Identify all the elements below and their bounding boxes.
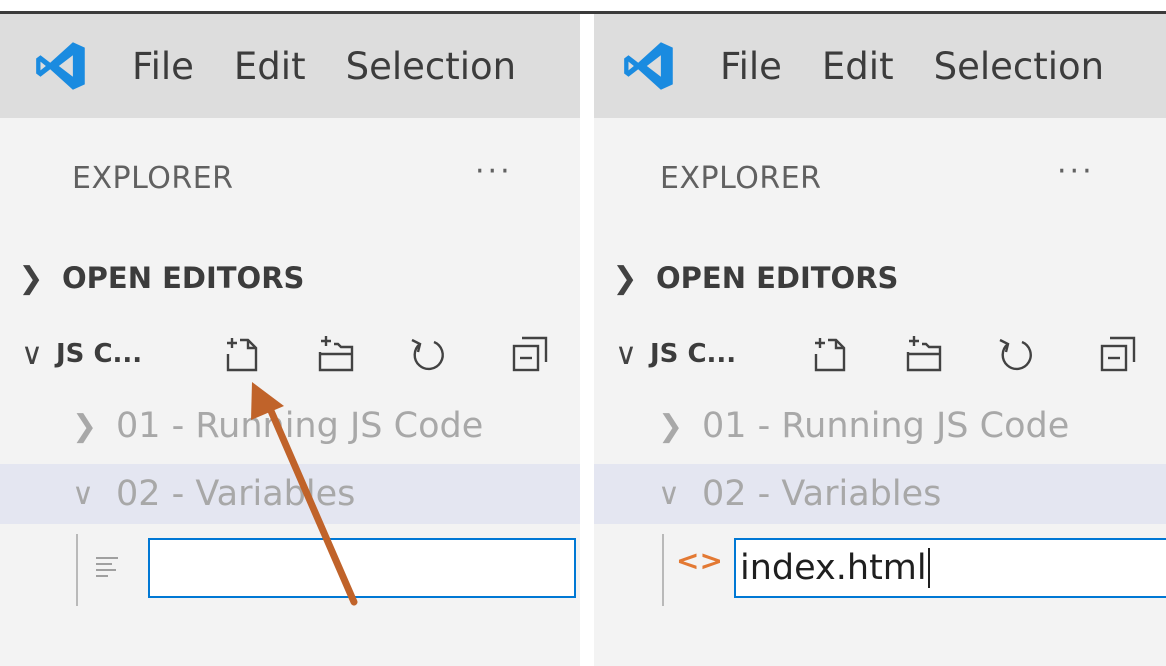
vscode-logo-icon	[622, 39, 676, 93]
menu-bar: File Edit Selection	[0, 14, 580, 118]
open-editors-label: OPEN EDITORS	[62, 261, 305, 295]
chevron-down-icon: ∨	[615, 336, 637, 372]
vscode-logo-icon	[34, 39, 88, 93]
project-label: JS C...	[56, 339, 143, 369]
menu-edit[interactable]: Edit	[234, 45, 306, 88]
folder-row-02[interactable]: ∨ 02 - Variables	[594, 464, 1166, 524]
folder-label: 01 - Running JS Code	[116, 406, 484, 446]
new-file-icon[interactable]	[806, 332, 850, 376]
new-file-icon[interactable]	[218, 332, 262, 376]
chevron-right-icon: ❯	[612, 260, 638, 296]
chevron-down-icon: ∨	[658, 476, 680, 512]
chevron-right-icon: ❯	[72, 408, 98, 444]
folder-row-02[interactable]: ∨ 02 - Variables	[0, 464, 580, 524]
refresh-icon[interactable]	[404, 332, 448, 376]
more-actions-icon[interactable]: ···	[1057, 154, 1095, 189]
chevron-right-icon: ❯	[658, 408, 684, 444]
top-border	[0, 0, 1166, 14]
new-file-row: <> index.html	[594, 534, 1166, 606]
indent-guide	[662, 534, 664, 606]
folder-row-01[interactable]: ❯ 01 - Running JS Code	[0, 396, 580, 456]
new-file-row	[0, 534, 580, 606]
window-divider	[580, 14, 594, 666]
right-vscode-window: File Edit Selection EXPLORER ··· ❯ OPEN …	[594, 14, 1166, 666]
folder-row-01[interactable]: ❯ 01 - Running JS Code	[594, 396, 1166, 456]
text-caret	[927, 548, 930, 588]
left-vscode-window: File Edit Selection EXPLORER ··· ❯ OPEN …	[0, 14, 580, 666]
project-label: JS C...	[650, 339, 737, 369]
more-actions-icon[interactable]: ···	[475, 154, 513, 189]
menu-file[interactable]: File	[132, 45, 194, 88]
collapse-all-icon[interactable]	[508, 332, 552, 376]
menu-edit[interactable]: Edit	[822, 45, 894, 88]
new-file-name-input[interactable]	[148, 538, 576, 598]
project-section[interactable]: ∨ JS C...	[594, 326, 1166, 382]
menu-file[interactable]: File	[720, 45, 782, 88]
refresh-icon[interactable]	[992, 332, 1036, 376]
folder-label: 02 - Variables	[702, 474, 942, 514]
folder-label: 02 - Variables	[116, 474, 356, 514]
new-folder-icon[interactable]	[314, 332, 358, 376]
project-section[interactable]: ∨ JS C...	[0, 326, 580, 382]
chevron-down-icon: ∨	[72, 476, 94, 512]
new-file-name-input[interactable]: index.html	[734, 538, 1166, 598]
open-editors-label: OPEN EDITORS	[656, 261, 899, 295]
input-value: index.html	[740, 548, 927, 588]
open-editors-section[interactable]: ❯ OPEN EDITORS	[0, 250, 580, 306]
explorer-title: EXPLORER	[660, 161, 822, 196]
html-file-icon: <>	[676, 544, 723, 577]
collapse-all-icon[interactable]	[1096, 332, 1140, 376]
menu-selection[interactable]: Selection	[346, 45, 517, 88]
new-folder-icon[interactable]	[902, 332, 946, 376]
chevron-right-icon: ❯	[18, 260, 44, 296]
file-icon	[92, 550, 124, 582]
explorer-title: EXPLORER	[72, 161, 234, 196]
menu-bar: File Edit Selection	[594, 14, 1166, 118]
chevron-down-icon: ∨	[21, 336, 43, 372]
indent-guide	[76, 534, 78, 606]
folder-label: 01 - Running JS Code	[702, 406, 1070, 446]
open-editors-section[interactable]: ❯ OPEN EDITORS	[594, 250, 1166, 306]
menu-selection[interactable]: Selection	[934, 45, 1105, 88]
